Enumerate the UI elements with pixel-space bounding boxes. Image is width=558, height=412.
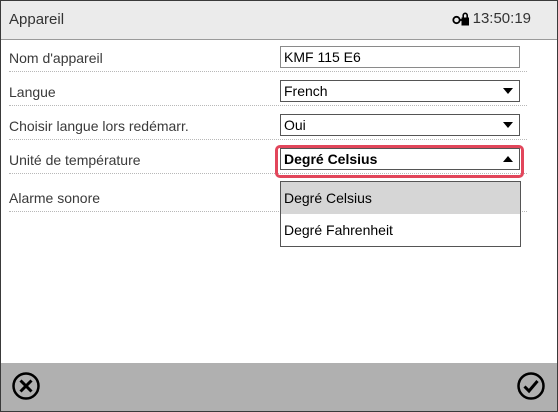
audible-alarm-label: Alarme sonore — [9, 190, 101, 206]
header-bar: Appareil 13:50:19 — [1, 1, 557, 40]
focus-highlight — [275, 145, 524, 178]
choose-language-restart-label: Choisir langue lors redémarr. — [9, 118, 189, 134]
device-settings-screen: Appareil 13:50:19 Nom d'appareil KMF 115… — [0, 0, 558, 412]
option-degre-fahrenheit[interactable]: Degré Fahrenheit — [281, 214, 520, 246]
row-choose-language-restart: Choisir langue lors redémarr. Oui — [1, 112, 557, 140]
row-language: Langue French — [1, 78, 557, 106]
option-degre-celsius[interactable]: Degré Celsius — [281, 182, 520, 214]
footer-bar — [1, 363, 557, 411]
status-clock: 13:50:19 — [452, 10, 531, 27]
language-select[interactable]: French — [280, 80, 520, 102]
device-name-input[interactable]: KMF 115 E6 — [280, 46, 520, 68]
temperature-unit-dropdown: Degré Celsius Degré Fahrenheit — [280, 181, 521, 247]
language-value: French — [284, 83, 328, 99]
choose-language-restart-value: Oui — [284, 117, 306, 133]
confirm-circle-check-icon[interactable] — [516, 371, 546, 401]
device-name-label: Nom d'appareil — [9, 50, 103, 66]
key-lock-icon — [452, 12, 469, 25]
page-title: Appareil — [9, 11, 65, 28]
row-device-name: Nom d'appareil KMF 115 E6 — [1, 44, 557, 72]
cancel-circle-x-icon[interactable] — [11, 371, 41, 401]
choose-language-restart-select[interactable]: Oui — [280, 114, 520, 136]
language-label: Langue — [9, 84, 56, 100]
clock-time: 13:50:19 — [472, 10, 531, 27]
temperature-unit-label: Unité de température — [9, 152, 141, 168]
chevron-down-icon — [503, 88, 513, 94]
chevron-down-icon — [503, 122, 513, 128]
